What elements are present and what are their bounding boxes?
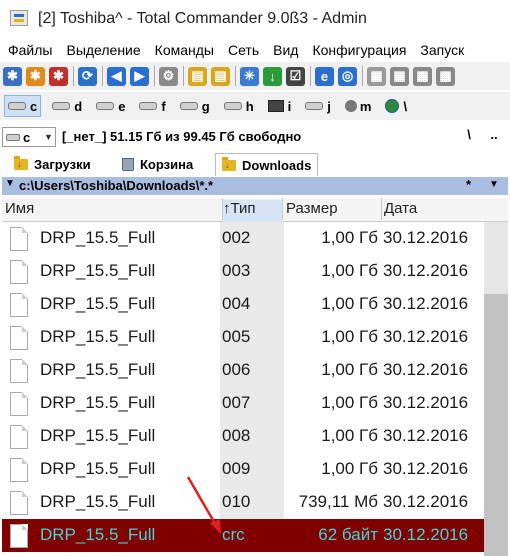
- annotation-arrow-icon: [186, 476, 221, 534]
